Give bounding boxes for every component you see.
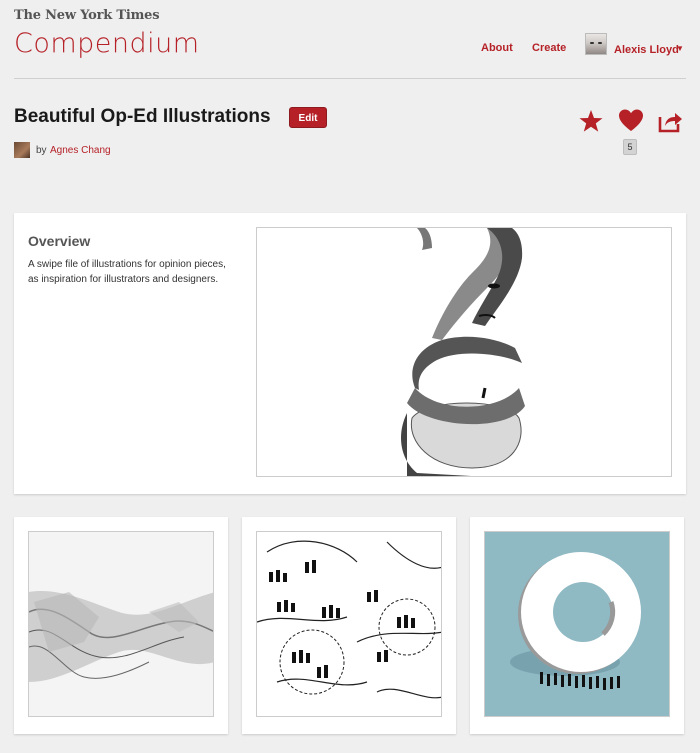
sketch-wave-illustration[interactable] [28, 531, 214, 717]
author-link[interactable]: Agnes Chang [50, 145, 111, 156]
illustration-card-1[interactable] [14, 517, 228, 734]
page-title: Beautiful Op-Ed Illustrations [14, 106, 271, 127]
edit-button[interactable]: Edit [289, 107, 327, 128]
chevron-down-icon[interactable]: ▼ [676, 44, 684, 53]
top-bar: The New York Times Compendium About Crea… [0, 0, 700, 80]
overview-card: Overview A swipe file of illustrations f… [14, 213, 686, 494]
share-icon[interactable] [657, 108, 683, 134]
header-divider [14, 78, 686, 79]
ring-figures-art [485, 532, 669, 716]
nav-create-link[interactable]: Create [532, 42, 566, 54]
ring-figures-illustration[interactable] [484, 531, 670, 717]
publisher-logo[interactable]: The New York Times [14, 8, 160, 23]
user-menu[interactable]: Alexis Lloyd [614, 44, 679, 56]
like-count-badge: 5 [623, 139, 637, 155]
byline-label: by [36, 145, 47, 156]
author-avatar[interactable] [14, 142, 30, 158]
hands-crowds-illustration[interactable] [256, 531, 442, 717]
hands-crowds-art [257, 532, 441, 716]
overview-description: A swipe file of illustrations for opinio… [28, 259, 226, 285]
featured-illustration[interactable] [256, 227, 672, 477]
app-title[interactable]: Compendium [14, 28, 200, 59]
user-avatar[interactable] [585, 33, 607, 55]
apple-peel-face-illustration [257, 228, 671, 476]
heart-icon[interactable] [618, 108, 644, 134]
overview-heading: Overview [28, 233, 91, 249]
illustration-card-2[interactable] [242, 517, 456, 734]
star-icon[interactable] [578, 108, 604, 134]
nav-about-link[interactable]: About [481, 42, 513, 54]
illustration-card-3[interactable] [470, 517, 684, 734]
sketch-wave-art [29, 532, 213, 716]
